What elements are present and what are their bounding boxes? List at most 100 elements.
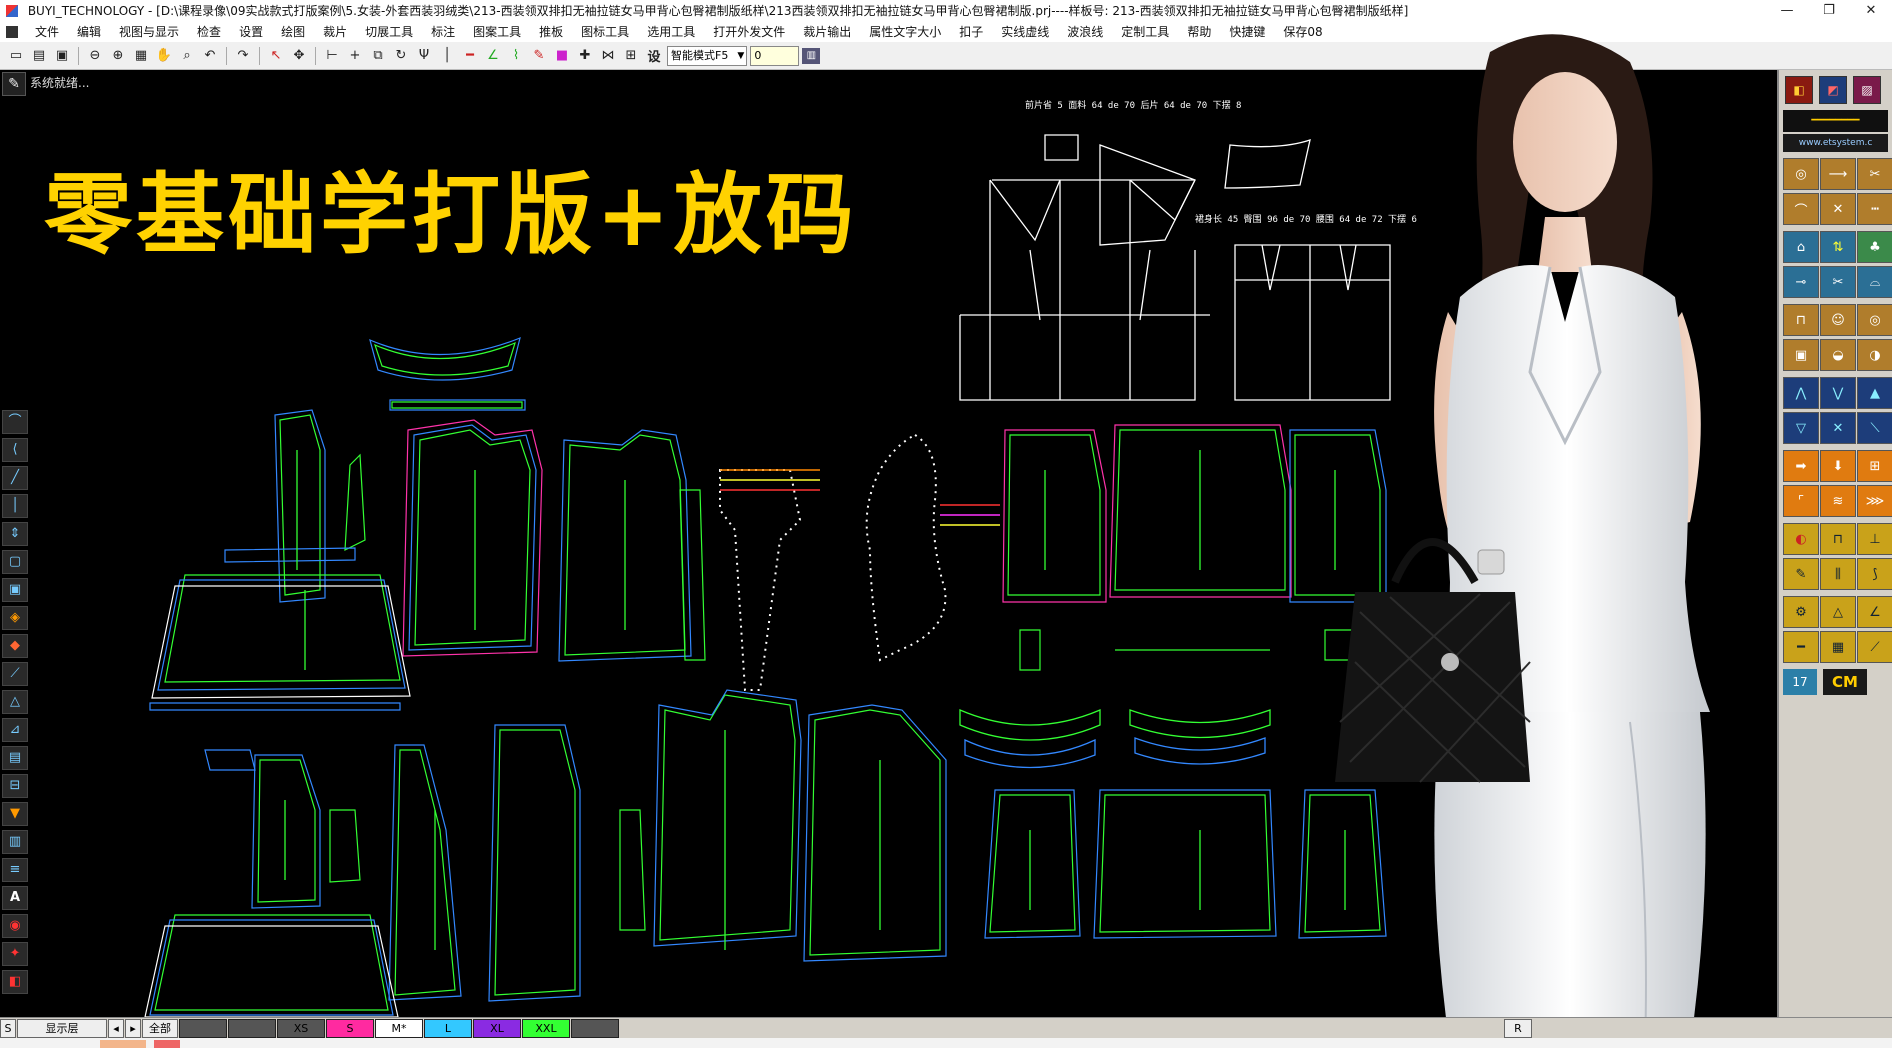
- close-button[interactable]: ✕: [1850, 0, 1892, 22]
- ruler-icon[interactable]: ⊢: [322, 46, 342, 66]
- menu-pattern-tools[interactable]: 图案工具: [464, 22, 530, 42]
- size-chip[interactable]: XXL: [522, 1019, 570, 1038]
- slash-tool-icon[interactable]: ⟋: [2, 662, 28, 686]
- menu-save08[interactable]: 保存08: [1274, 22, 1331, 42]
- cross-arrow-icon[interactable]: ✕: [1820, 412, 1856, 444]
- menu-check[interactable]: 检查: [188, 22, 230, 42]
- size-s-button[interactable]: S: [0, 1019, 16, 1038]
- size-chip[interactable]: [179, 1019, 227, 1038]
- cut-icon[interactable]: ✂: [1820, 266, 1856, 298]
- curve-green-icon[interactable]: ⌇: [506, 46, 526, 66]
- columns-icon[interactable]: ⫼: [1820, 558, 1856, 590]
- menu-draw[interactable]: 绘图: [272, 22, 314, 42]
- crosshair-icon[interactable]: +: [345, 46, 365, 66]
- select-arrow-icon[interactable]: ↖: [266, 46, 286, 66]
- shape-tool-icon[interactable]: ◆: [2, 634, 28, 658]
- fabric-tool-icon[interactable]: ▨: [1853, 76, 1881, 104]
- grid-tool-icon[interactable]: ⊞: [621, 46, 641, 66]
- bracket-tool-icon[interactable]: ⟨: [2, 438, 28, 462]
- menu-help[interactable]: 帮助: [1178, 22, 1220, 42]
- menu-settings[interactable]: 设置: [230, 22, 272, 42]
- zigzag-icon[interactable]: ⋙: [1857, 485, 1892, 517]
- unit-cm-button[interactable]: CM: [1823, 669, 1867, 695]
- mirror-icon[interactable]: ⧉: [368, 46, 388, 66]
- text-tool-icon[interactable]: A: [2, 886, 28, 910]
- menu-open-external[interactable]: 打开外发文件: [704, 22, 794, 42]
- arrow-down-icon[interactable]: ⬇: [1820, 450, 1856, 482]
- zoom-in-icon[interactable]: ⊕: [108, 46, 128, 66]
- menu-pieces[interactable]: 裁片: [314, 22, 356, 42]
- wave-down-icon[interactable]: ≋: [1820, 485, 1856, 517]
- menu-line-style[interactable]: 实线虚线: [992, 22, 1058, 42]
- menu-slash-spread[interactable]: 切展工具: [356, 22, 422, 42]
- diagonal-icon[interactable]: ⟍: [1857, 412, 1892, 444]
- plus-tool-icon[interactable]: ✚: [575, 46, 595, 66]
- eraser-tool-icon[interactable]: ◧: [2, 970, 28, 994]
- chart-tool-icon[interactable]: ▥: [2, 830, 28, 854]
- size-chip[interactable]: XS: [277, 1019, 325, 1038]
- triangle-icon[interactable]: ▲: [1857, 377, 1892, 409]
- system-menu-icon[interactable]: [6, 26, 18, 38]
- all-sizes-button[interactable]: 全部: [142, 1019, 178, 1038]
- robot-icon[interactable]: ☺: [1820, 304, 1856, 336]
- size-chip[interactable]: L: [424, 1019, 472, 1038]
- size-chip[interactable]: S: [326, 1019, 374, 1038]
- pan-hand-icon[interactable]: ✋: [154, 46, 174, 66]
- rotate-icon[interactable]: ↻: [391, 46, 411, 66]
- menu-buttons[interactable]: 扣子: [950, 22, 992, 42]
- sleeve-icon[interactable]: ◑: [1857, 339, 1892, 371]
- cross-ruler-icon[interactable]: ✕: [1820, 193, 1856, 225]
- undo-icon[interactable]: ↶: [200, 46, 220, 66]
- pants-icon[interactable]: ⊥: [1857, 523, 1892, 555]
- line-tool-icon[interactable]: ╱: [2, 466, 28, 490]
- color-palette-icon[interactable]: ■: [552, 46, 572, 66]
- angle-green-icon[interactable]: ∠: [483, 46, 503, 66]
- taskbar-item[interactable]: [154, 1040, 180, 1048]
- square-tool-icon[interactable]: ▣: [2, 578, 28, 602]
- funnel-tool-icon[interactable]: ▼: [2, 802, 28, 826]
- notch-icon[interactable]: ⋈: [598, 46, 618, 66]
- size-chip[interactable]: [228, 1019, 276, 1038]
- menu-icon-tools[interactable]: 图标工具: [572, 22, 638, 42]
- menu-shortcuts[interactable]: 快捷键: [1220, 22, 1274, 42]
- shoe-icon[interactable]: ⌓: [1857, 266, 1892, 298]
- restore-button[interactable]: ❐: [1808, 0, 1850, 22]
- zoom-out-icon[interactable]: ⊖: [85, 46, 105, 66]
- needle-icon[interactable]: ⟶: [1820, 158, 1856, 190]
- vertical-line-icon[interactable]: │: [437, 46, 457, 66]
- taskbar-item[interactable]: [100, 1040, 146, 1048]
- scroll-left-button[interactable]: ◂: [108, 1019, 124, 1038]
- mode-settings-label[interactable]: 设: [644, 46, 664, 66]
- spiral-icon[interactable]: ◎: [1857, 304, 1892, 336]
- size-r-button[interactable]: R: [1504, 1019, 1532, 1038]
- menu-piece-output[interactable]: 裁片输出: [794, 22, 860, 42]
- size-chip[interactable]: M*: [375, 1019, 423, 1038]
- pleat-icon[interactable]: ⋁: [1820, 377, 1856, 409]
- triangle-measure-icon[interactable]: △: [1820, 596, 1856, 628]
- scroll-right-button[interactable]: ▸: [125, 1019, 141, 1038]
- notch-tool-icon[interactable]: ◈: [2, 606, 28, 630]
- size-chip[interactable]: XL: [473, 1019, 521, 1038]
- arrows-icon[interactable]: ⇅: [1820, 231, 1856, 263]
- redo-icon[interactable]: ↷: [233, 46, 253, 66]
- brush-tool-icon[interactable]: ✎: [2, 72, 26, 96]
- dart-tool-icon[interactable]: △: [2, 690, 28, 714]
- menu-view[interactable]: 视图与显示: [110, 22, 188, 42]
- slope-measure-icon[interactable]: ⟋: [1857, 631, 1892, 663]
- table-measure-icon[interactable]: ▦: [1820, 631, 1856, 663]
- menu-file[interactable]: 文件: [26, 22, 68, 42]
- ruler-tool-icon[interactable]: ⊿: [2, 718, 28, 742]
- fork-icon[interactable]: Ψ: [414, 46, 434, 66]
- new-file-icon[interactable]: ▭: [6, 46, 26, 66]
- menu-edit[interactable]: 编辑: [68, 22, 110, 42]
- calc-icon[interactable]: ▥: [802, 47, 821, 64]
- fill-tool-icon[interactable]: ◉: [2, 914, 28, 938]
- grade-label-icon[interactable]: ⊞: [1857, 450, 1892, 482]
- shirt-icon[interactable]: ♣: [1857, 231, 1892, 263]
- display-layer-button[interactable]: 显示层: [17, 1019, 107, 1038]
- align-tool-icon[interactable]: ≡: [2, 858, 28, 882]
- move-icon[interactable]: ✥: [289, 46, 309, 66]
- measure-tool-icon[interactable]: ⇕: [2, 522, 28, 546]
- menu-text-size[interactable]: 属性文字大小: [860, 22, 950, 42]
- menu-grading[interactable]: 推板: [530, 22, 572, 42]
